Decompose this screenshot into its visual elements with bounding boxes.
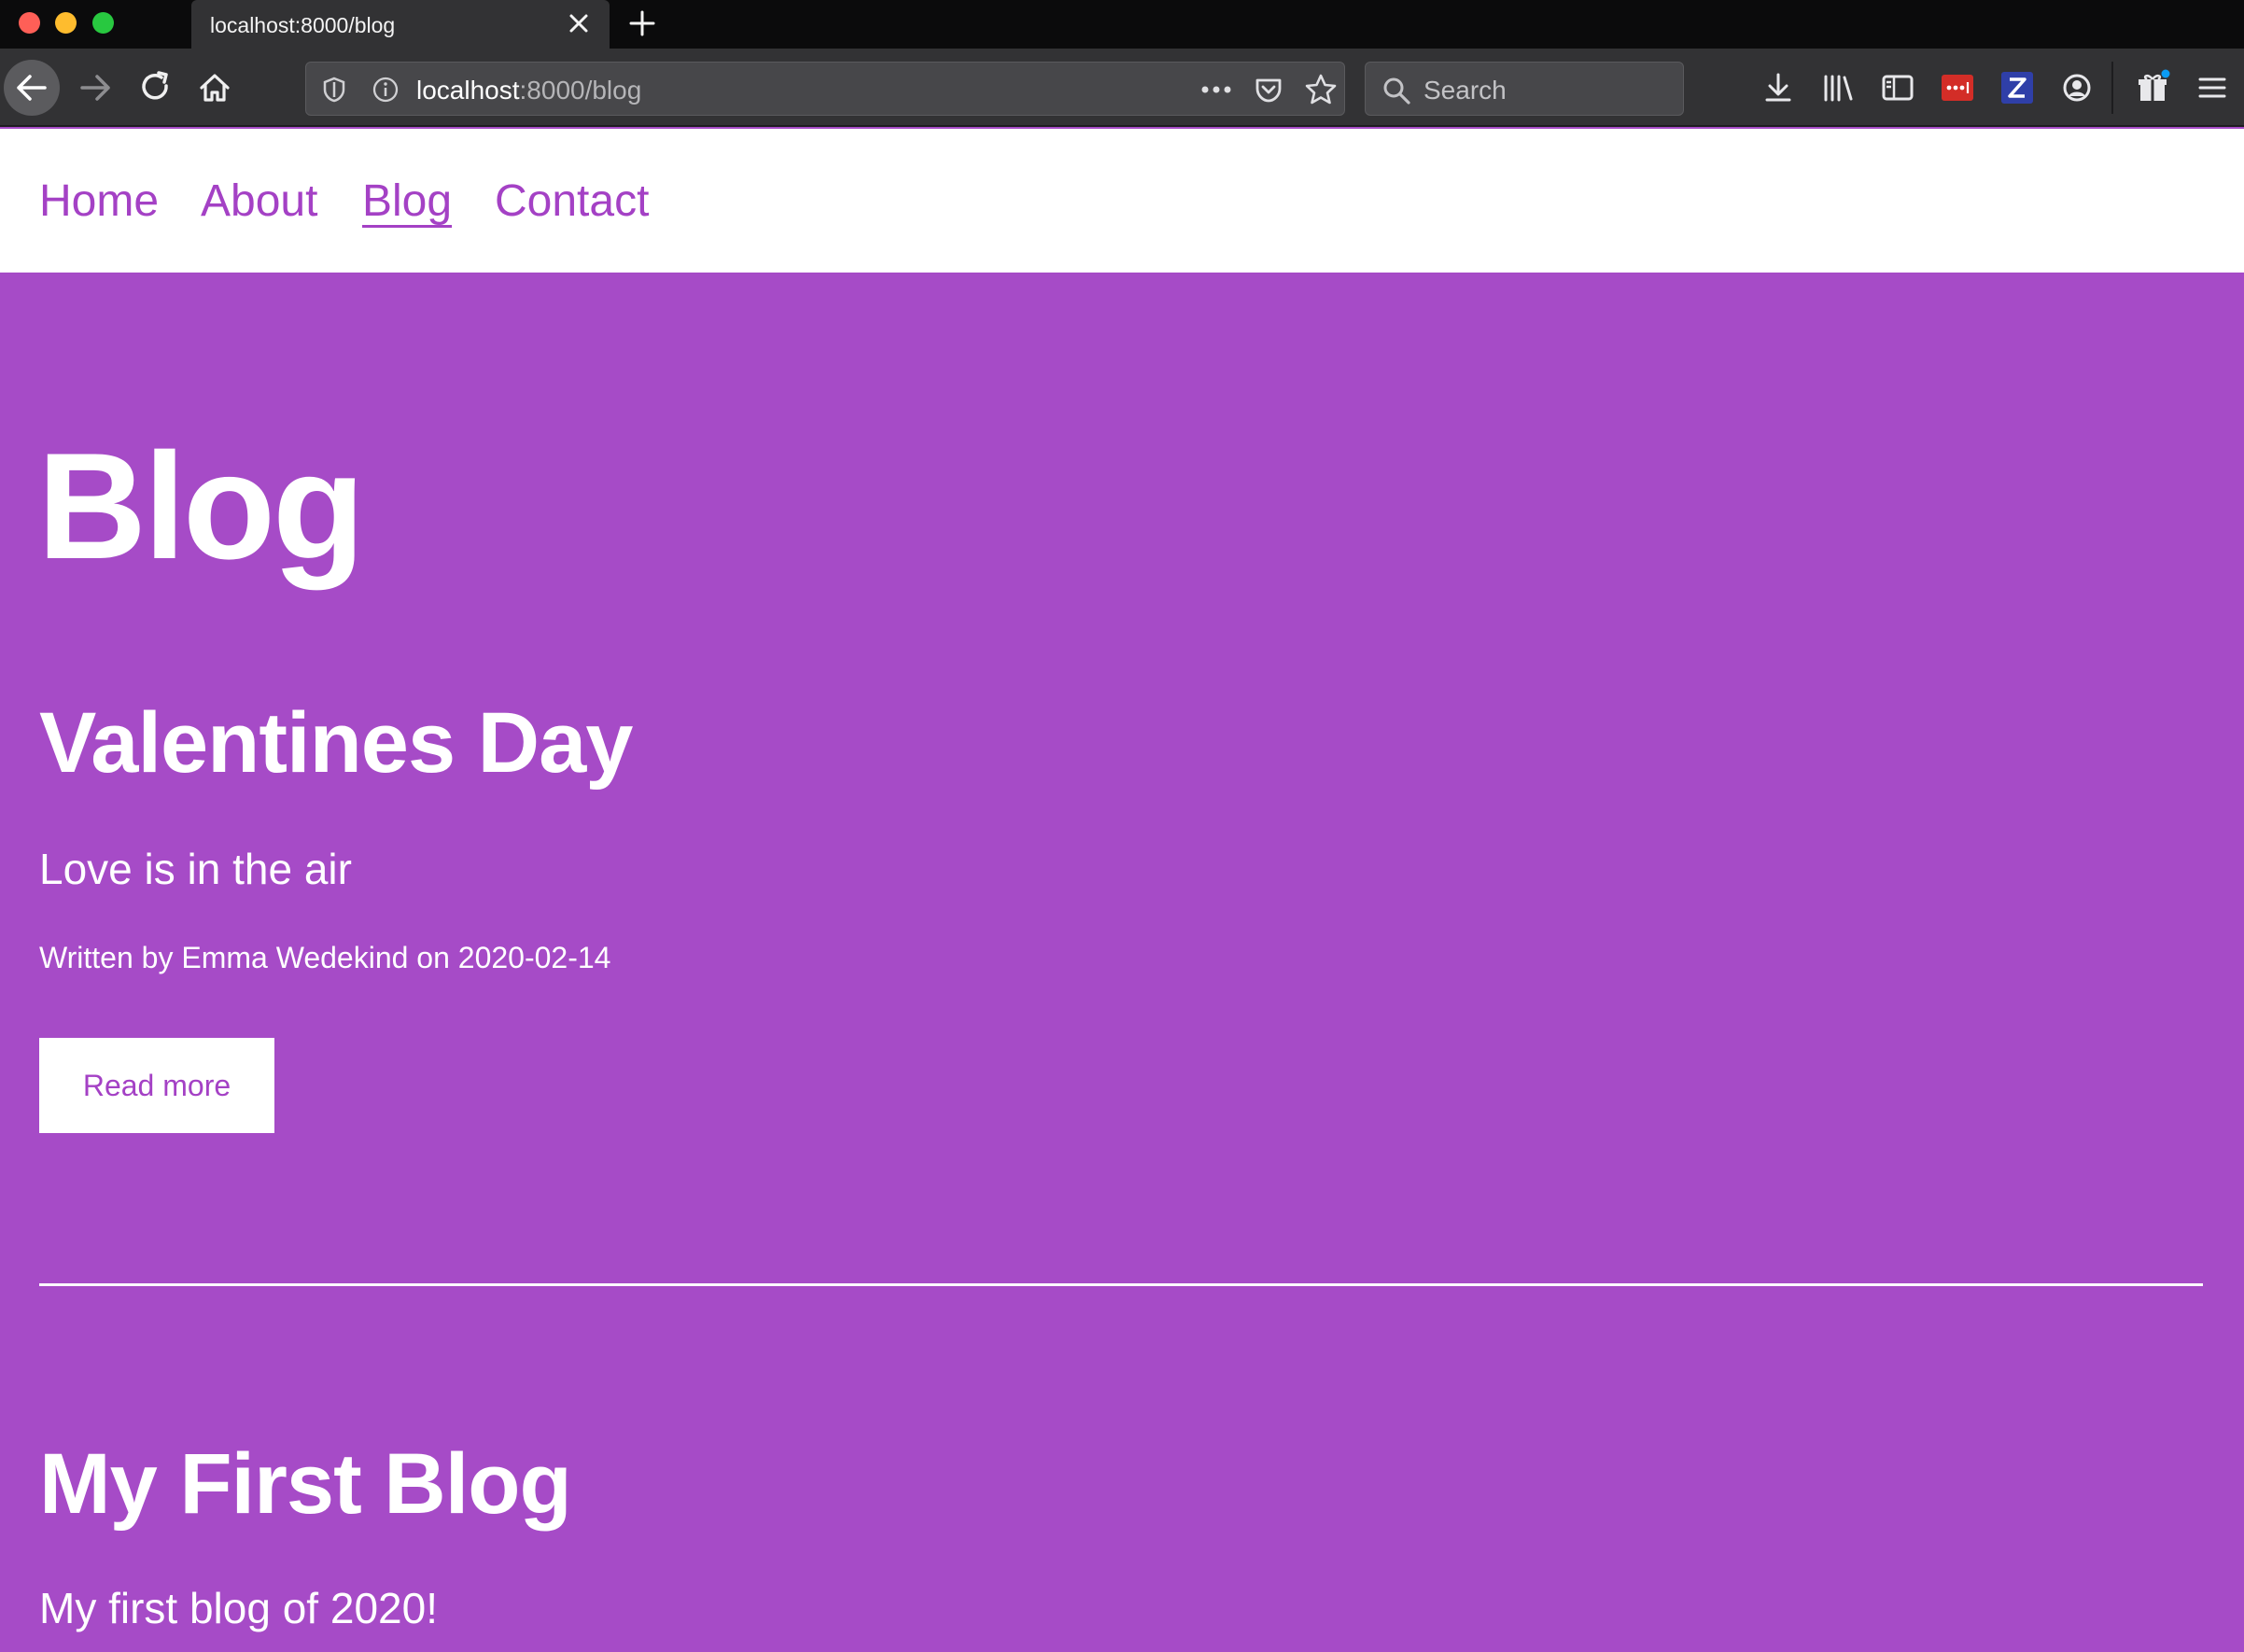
home-icon[interactable] (190, 63, 239, 112)
nav-link-home[interactable]: Home (39, 175, 159, 227)
zotero-icon[interactable] (1999, 69, 2036, 106)
back-button[interactable] (4, 60, 60, 116)
browser-toolbar: localhost:8000/blog Search (0, 49, 2244, 127)
browser-tab[interactable]: localhost:8000/blog (191, 0, 610, 52)
window-zoom-button[interactable] (92, 12, 114, 34)
url-host: localhost (416, 76, 520, 105)
library-icon[interactable] (1819, 69, 1857, 106)
read-more-button[interactable]: Read more (39, 1038, 274, 1133)
url-path: :8000/blog (519, 76, 642, 105)
close-icon[interactable] (565, 9, 593, 37)
search-icon (1383, 77, 1410, 105)
post-divider (39, 1283, 2203, 1286)
reload-icon[interactable] (131, 63, 179, 112)
url-bar[interactable]: localhost:8000/blog (305, 62, 1345, 116)
nav-link-about[interactable]: About (201, 175, 317, 227)
search-placeholder: Search (1424, 76, 1507, 105)
window-minimize-button[interactable] (55, 12, 77, 34)
url-text: localhost:8000/blog (416, 76, 641, 105)
post-subtitle: Love is in the air (39, 845, 352, 893)
info-icon[interactable] (372, 76, 400, 104)
nav-link-contact[interactable]: Contact (495, 175, 649, 227)
post-subtitle: My first blog of 2020! (39, 1584, 438, 1632)
sidebar-icon[interactable] (1879, 69, 1916, 106)
back-arrow-icon (17, 75, 47, 101)
site-nav: Home About Blog Contact (0, 129, 2244, 273)
nav-link-blog[interactable]: Blog (362, 175, 452, 227)
window-close-button[interactable] (19, 12, 40, 34)
pocket-icon[interactable] (1252, 73, 1285, 106)
tab-title: localhost:8000/blog (210, 13, 396, 37)
shield-icon[interactable] (319, 75, 349, 105)
toolbar-divider (2111, 62, 2113, 114)
star-icon[interactable] (1303, 72, 1339, 107)
menu-icon[interactable] (2194, 69, 2231, 106)
download-icon[interactable] (1760, 69, 1797, 106)
account-icon[interactable] (2058, 69, 2096, 106)
new-tab-icon[interactable] (625, 7, 659, 40)
post-title: My First Blog (39, 1436, 572, 1532)
more-dots-icon[interactable] (1198, 76, 1235, 104)
search-input[interactable]: Search (1365, 62, 1684, 116)
gift-icon[interactable] (2134, 69, 2171, 106)
lastpass-icon[interactable] (1939, 69, 1976, 106)
browser-titlebar: localhost:8000/blog (0, 0, 2244, 52)
forward-arrow-icon[interactable] (71, 63, 119, 112)
post-title: Valentines Day (39, 695, 633, 791)
page-title: Blog (37, 422, 365, 591)
post-meta: Written by Emma Wedekind on 2020-02-14 (39, 941, 611, 974)
blog-content: Blog Valentines Day Love is in the air W… (0, 273, 2244, 1652)
